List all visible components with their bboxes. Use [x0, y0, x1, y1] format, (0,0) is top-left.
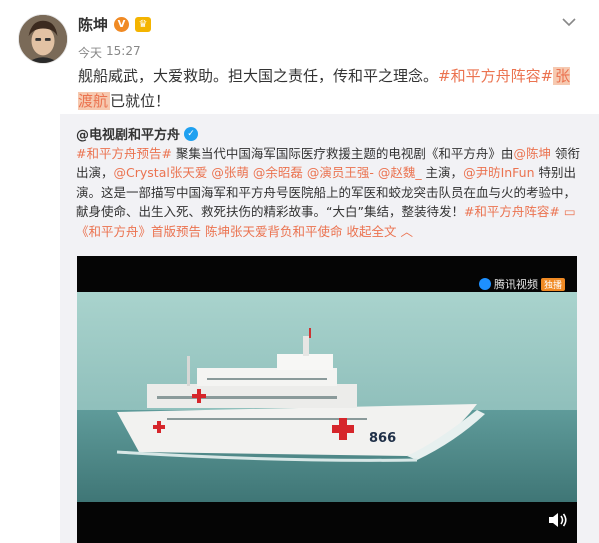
chevron-down-icon[interactable] — [561, 14, 577, 30]
chevron-up-icon: ︿ — [400, 223, 413, 239]
mention-yuzhaolei[interactable]: @余昭磊 — [253, 165, 303, 180]
repost-text-3: 主演， — [421, 165, 464, 181]
weibo-post-card: 陈坤 V ♛ 今天 15:27 舰船威武，大爱救助。担大国之责任，传和平之理念。… — [0, 0, 599, 543]
mention-wangqiang[interactable]: @演员王强- — [307, 165, 374, 180]
member-crown-icon: ♛ — [135, 17, 152, 32]
hull-number: 866 — [369, 431, 396, 446]
mention-zhaowei[interactable]: @赵魏_ — [378, 165, 422, 180]
watermark-badge: 独播 — [540, 277, 565, 291]
volume-icon[interactable] — [547, 511, 569, 529]
post-text-tail: 已就位！ — [110, 92, 171, 110]
video-frame-ship: 866 — [77, 292, 577, 502]
watermark-text: 腾讯视频 — [493, 278, 538, 291]
video-watermark: 腾讯视频 独播 — [478, 276, 565, 292]
mention-crystal[interactable]: @Crystal张天爱 — [114, 165, 208, 180]
video-player[interactable]: 866 腾讯视频 独播 — [77, 256, 577, 543]
post-text: 舰船威武，大爱救助。担大国之责任，传和平之理念。#和平方舟阵容# 张渡航 已就位！ — [78, 64, 578, 114]
author-name[interactable]: 陈坤 — [78, 14, 108, 35]
author-avatar[interactable] — [18, 14, 68, 64]
tencent-video-logo-icon — [478, 278, 491, 290]
hashtag-cast[interactable]: #和平方舟阵容# — [438, 67, 553, 85]
repost-author-row: @电视剧和平方舟 ✓ — [76, 124, 199, 143]
hashtag-trailer[interactable]: #和平方舟预告# — [76, 146, 172, 161]
blue-verified-icon: ✓ — [184, 126, 199, 141]
author-row: 陈坤 V ♛ — [78, 14, 152, 35]
repost-text: #和平方舟预告# 聚集当代中国海军国际医疗救援主题的电视剧《和平方舟》由@陈坤 … — [76, 144, 586, 241]
repost-text-1: 聚集当代中国海军国际医疗救援主题的电视剧《和平方舟》由 — [171, 146, 514, 161]
video-link-icon[interactable]: ▭ — [564, 204, 576, 219]
fold-text-button[interactable]: 收起全文 ︿ — [346, 224, 413, 239]
fold-text-label: 收起全文 — [346, 223, 397, 239]
repost-author-name[interactable]: @电视剧和平方舟 — [76, 124, 180, 143]
mention-yinfang[interactable]: @尹昉InFun — [463, 165, 534, 180]
hashtag-cast-repost[interactable]: #和平方舟阵容# — [464, 204, 560, 219]
repost-box: @电视剧和平方舟 ✓ #和平方舟预告# 聚集当代中国海军国际医疗救援主题的电视剧… — [60, 114, 599, 543]
video-link[interactable]: 《和平方舟》首版预告 陈坤张天爱背负和平使命 — [76, 224, 342, 239]
post-time-clock[interactable]: 15:27 — [106, 44, 141, 61]
verified-badge-icon: V — [114, 17, 130, 32]
post-meta: 今天 15:27 — [78, 44, 141, 61]
mention-zhangmeng[interactable]: @张萌 — [211, 165, 249, 180]
post-time-relative[interactable]: 今天 — [78, 44, 102, 61]
mention-chenkun[interactable]: @陈坤 — [513, 146, 551, 161]
post-text-lead: 舰船威武，大爱救助。担大国之责任，传和平之理念。 — [78, 67, 439, 85]
